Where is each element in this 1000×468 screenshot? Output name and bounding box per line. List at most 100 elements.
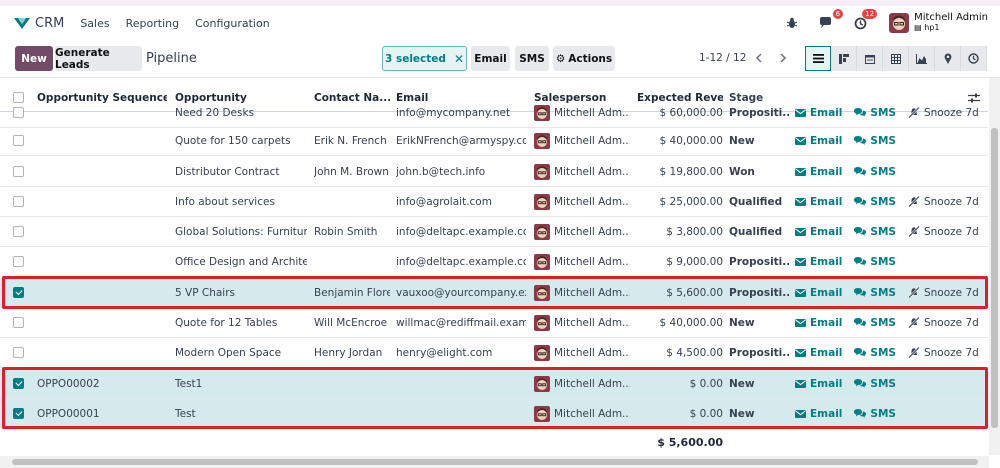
expected-revenue-cell[interactable]: $ 4,500.00	[637, 338, 723, 367]
horizontal-scroll-thumb[interactable]	[12, 459, 978, 465]
stage-cell[interactable]: Propositi...	[729, 247, 789, 276]
row-checkbox[interactable]	[13, 347, 24, 358]
opportunity-cell[interactable]: Quote for 150 carpets	[175, 126, 307, 155]
row-email-button[interactable]: Email	[795, 135, 842, 147]
row-sms-button[interactable]: SMS	[854, 347, 896, 359]
expected-revenue-cell[interactable]: $ 25,000.00	[637, 187, 723, 216]
opportunity-cell[interactable]: Global Solutions: Furnitures	[175, 217, 307, 246]
salesperson-cell[interactable]: Mitchell Adm...	[534, 308, 630, 337]
expected-revenue-cell[interactable]: $ 0.00	[637, 399, 723, 428]
stage-cell[interactable]: Won	[729, 157, 789, 186]
clear-selection-icon[interactable]: ✕	[454, 52, 464, 66]
activity-view-button[interactable]	[961, 46, 987, 71]
stage-cell[interactable]: New	[729, 369, 789, 398]
opportunity-cell[interactable]: Test	[175, 399, 307, 428]
row-email-button[interactable]: Email	[795, 107, 842, 119]
table-row[interactable]: Need 20 Desks info@mycompany.net Mitchell …	[0, 98, 988, 128]
row-sms-button[interactable]: SMS	[854, 408, 896, 420]
row-sms-button[interactable]: SMS	[854, 107, 896, 119]
row-email-button[interactable]: Email	[795, 408, 842, 420]
row-sms-button[interactable]: SMS	[854, 378, 896, 390]
table-row[interactable]: Quote for 150 carpets Erik N. French ErikN…	[0, 126, 988, 156]
table-row[interactable]: OPPO00002 Test1 Mitchell Adm... $ 0.00 New Em…	[0, 369, 988, 399]
salesperson-cell[interactable]: Mitchell Adm...	[534, 247, 630, 276]
selection-badge[interactable]: 3 selected ✕	[382, 46, 467, 71]
sms-button[interactable]: SMS	[515, 46, 549, 71]
contact-name-cell[interactable]: Erik N. French	[314, 126, 390, 155]
contact-name-cell[interactable]: Will McEncroe	[314, 308, 390, 337]
vertical-scrollbar[interactable]	[989, 78, 1000, 455]
opportunity-sequence-cell[interactable]	[37, 217, 167, 246]
generate-leads-button[interactable]: Generate Leads	[55, 46, 142, 71]
row-snooze-button[interactable]: Snooze 7d	[908, 196, 979, 208]
actions-button[interactable]: ⚙ Actions	[553, 46, 615, 71]
expected-revenue-cell[interactable]: $ 5,600.00	[637, 278, 723, 307]
expected-revenue-cell[interactable]: $ 40,000.00	[637, 308, 723, 337]
row-snooze-button[interactable]: Snooze 7d	[908, 317, 979, 329]
salesperson-cell[interactable]: Mitchell Adm...	[534, 399, 630, 428]
table-row[interactable]: Distributor Contract John M. Brown john.b@…	[0, 157, 988, 187]
activities-icon[interactable]: 12	[851, 9, 878, 32]
email-cell[interactable]: info@mycompany.net	[396, 98, 526, 127]
stage-cell[interactable]: Propositi...	[729, 278, 789, 307]
row-checkbox[interactable]	[13, 378, 24, 389]
email-cell[interactable]: info@deltapc.example.com	[396, 247, 526, 276]
expected-revenue-cell[interactable]: $ 40,000.00	[637, 126, 723, 155]
messages-icon[interactable]: 6	[817, 9, 844, 32]
row-checkbox[interactable]	[13, 166, 24, 177]
list-view-button[interactable]	[805, 46, 831, 71]
contact-name-cell[interactable]: Henry Jordan	[314, 338, 390, 367]
opportunity-sequence-cell[interactable]	[37, 278, 167, 307]
row-email-button[interactable]: Email	[795, 166, 842, 178]
row-email-button[interactable]: Email	[795, 317, 842, 329]
row-checkbox[interactable]	[13, 317, 24, 328]
bug-icon[interactable]	[783, 14, 801, 32]
salesperson-cell[interactable]: Mitchell Adm...	[534, 338, 630, 367]
opportunity-sequence-cell[interactable]	[37, 308, 167, 337]
opportunity-sequence-cell[interactable]	[37, 247, 167, 276]
email-cell[interactable]	[396, 369, 526, 398]
expected-revenue-cell[interactable]: $ 3,800.00	[637, 217, 723, 246]
table-row[interactable]: Modern Open Space Henry Jordan henry@eligh…	[0, 338, 988, 368]
opportunity-cell[interactable]: Distributor Contract	[175, 157, 307, 186]
row-checkbox[interactable]	[13, 256, 24, 267]
kanban-view-button[interactable]	[831, 46, 857, 71]
opportunity-cell[interactable]: Need 20 Desks	[175, 98, 307, 127]
row-snooze-button[interactable]: Snooze 7d	[908, 287, 979, 299]
table-row[interactable]: 5 VP Chairs Benjamin Flores vauxoo@yourcom…	[0, 278, 988, 308]
table-row[interactable]: Global Solutions: Furnitures Robin Smith i…	[0, 217, 988, 247]
email-cell[interactable]: willmac@rediffmail.exampl...	[396, 308, 526, 337]
opportunity-sequence-cell[interactable]	[37, 157, 167, 186]
salesperson-cell[interactable]: Mitchell Adm...	[534, 369, 630, 398]
row-email-button[interactable]: Email	[795, 256, 842, 268]
opportunity-sequence-cell[interactable]	[37, 126, 167, 155]
contact-name-cell[interactable]	[314, 187, 390, 216]
opportunity-sequence-cell[interactable]	[37, 187, 167, 216]
opportunity-cell[interactable]: Office Design and Architect...	[175, 247, 307, 276]
row-sms-button[interactable]: SMS	[854, 256, 896, 268]
stage-cell[interactable]: New	[729, 308, 789, 337]
menu-reporting[interactable]: Reporting	[126, 17, 179, 30]
contact-name-cell[interactable]	[314, 98, 390, 127]
email-cell[interactable]: henry@elight.com	[396, 338, 526, 367]
stage-cell[interactable]: Propositi...	[729, 338, 789, 367]
stage-cell[interactable]: Propositi...	[729, 98, 789, 127]
map-view-button[interactable]	[935, 46, 961, 71]
email-cell[interactable]: vauxoo@yourcompany.exa...	[396, 278, 526, 307]
expected-revenue-cell[interactable]: $ 60,000.00	[637, 98, 723, 127]
email-cell[interactable]: ErikNFrench@armyspy.com	[396, 126, 526, 155]
opportunity-cell[interactable]: Quote for 12 Tables	[175, 308, 307, 337]
stage-cell[interactable]: New	[729, 126, 789, 155]
row-snooze-button[interactable]: Snooze 7d	[908, 347, 979, 359]
row-sms-button[interactable]: SMS	[854, 317, 896, 329]
contact-name-cell[interactable]	[314, 399, 390, 428]
graph-view-button[interactable]	[909, 46, 935, 71]
table-row[interactable]: OPPO00001 Test Mitchell Adm... $ 0.00 New Ema…	[0, 399, 988, 429]
expected-revenue-cell[interactable]: $ 0.00	[637, 369, 723, 398]
new-button[interactable]: New	[15, 46, 53, 71]
pager-next-button[interactable]	[772, 47, 794, 69]
email-cell[interactable]	[396, 399, 526, 428]
row-checkbox[interactable]	[13, 196, 24, 207]
row-sms-button[interactable]: SMS	[854, 196, 896, 208]
opportunity-sequence-cell[interactable]	[37, 338, 167, 367]
